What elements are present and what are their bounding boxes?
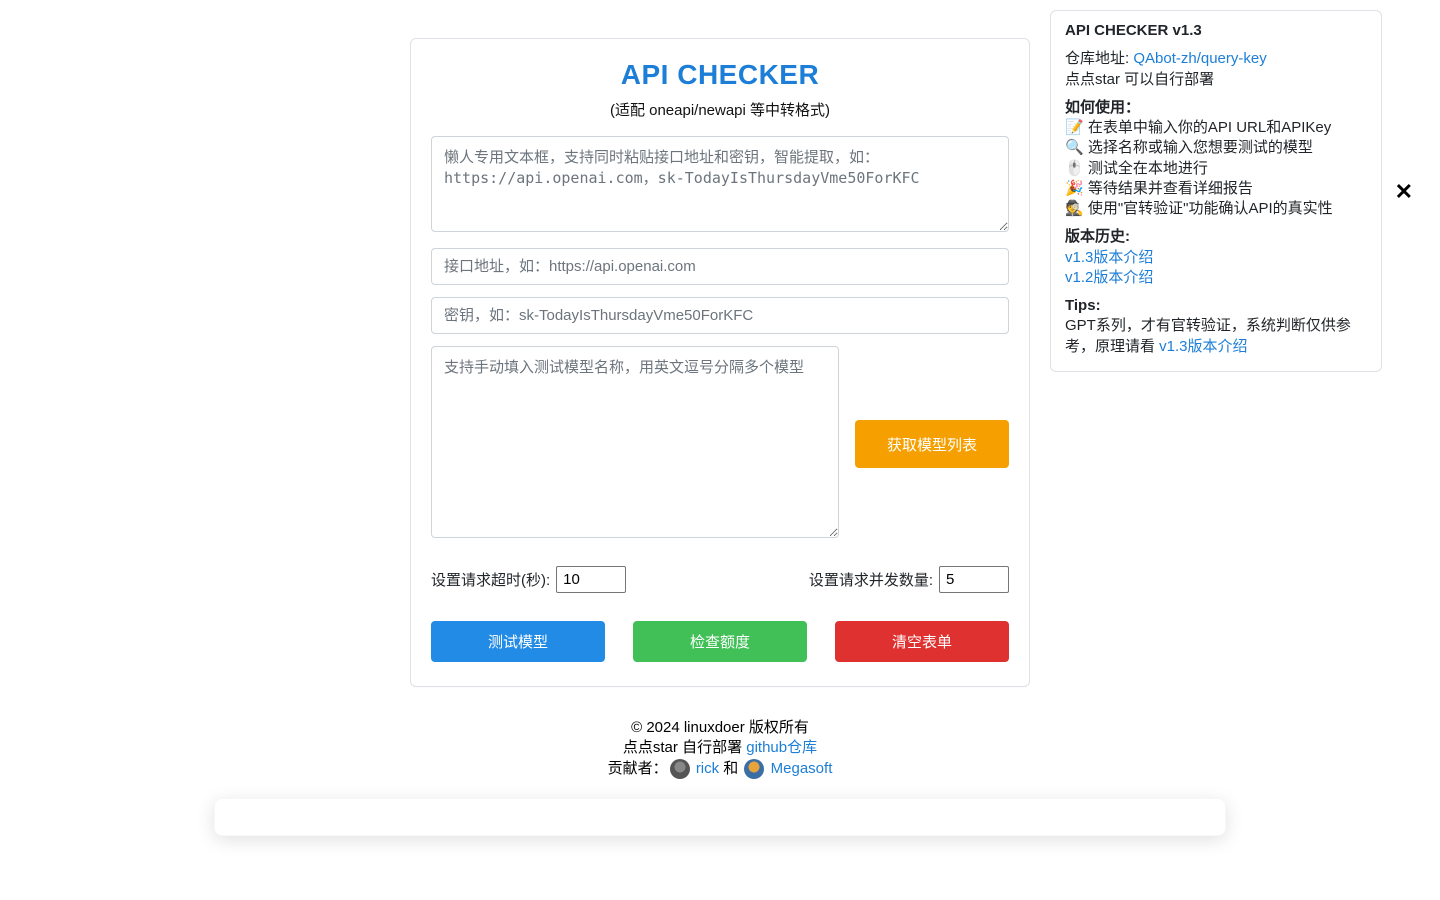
timeout-input[interactable] xyxy=(556,566,626,593)
contrib-conj: 和 xyxy=(719,760,742,777)
howto-item: 🎉 等待结果并查看详细报告 xyxy=(1065,180,1253,197)
howto-title: 如何使用： xyxy=(1065,99,1140,116)
timeout-label: 设置请求超时(秒): xyxy=(431,569,550,590)
copyright: © 2024 linuxdoer 版权所有 xyxy=(410,718,1030,738)
avatar-icon xyxy=(744,759,764,779)
lazy-input[interactable] xyxy=(431,136,1009,232)
star-note: 点点star 可以自行部署 xyxy=(1065,71,1214,88)
panel-repo-link[interactable]: QAbot-zh/query-key xyxy=(1133,50,1266,67)
app-title: API CHECKER xyxy=(431,59,1009,91)
repo-label: 仓库地址: xyxy=(1065,50,1133,67)
clear-form-button[interactable]: 清空表单 xyxy=(835,621,1009,662)
action-buttons: 测试模型 检查额度 清空表单 xyxy=(431,621,1009,662)
app-subtitle: (适配 oneapi/newapi 等中转格式) xyxy=(431,99,1009,120)
bottom-bar xyxy=(214,798,1226,836)
fetch-models-button[interactable]: 获取模型列表 xyxy=(855,420,1009,468)
main-card: API CHECKER (适配 oneapi/newapi 等中转格式) 获取模… xyxy=(410,38,1030,687)
check-quota-button[interactable]: 检查额度 xyxy=(633,621,807,662)
concurrency-input[interactable] xyxy=(939,566,1009,593)
api-url-input[interactable] xyxy=(431,248,1009,285)
footer: © 2024 linuxdoer 版权所有 点点star 自行部署 github… xyxy=(410,718,1030,779)
contrib-prefix: 贡献者： xyxy=(608,760,668,777)
history-link[interactable]: v1.2版本介绍 xyxy=(1065,269,1153,286)
contrib-link-rick[interactable]: rick xyxy=(696,760,719,777)
concurrency-label: 设置请求并发数量: xyxy=(809,569,933,590)
howto-item: 🔍 选择名称或输入您想要测试的模型 xyxy=(1065,139,1313,156)
github-repo-link[interactable]: github仓库 xyxy=(746,739,817,756)
tips-link[interactable]: v1.3版本介绍 xyxy=(1159,338,1247,355)
history-link[interactable]: v1.3版本介绍 xyxy=(1065,249,1153,266)
settings-row: 设置请求超时(秒): 设置请求并发数量: xyxy=(431,566,1009,593)
howto-item: 🖱️ 测试全在本地进行 xyxy=(1065,160,1208,177)
close-icon[interactable]: ✕ xyxy=(1395,181,1413,203)
panel-heading: API CHECKER v1.3 xyxy=(1065,22,1202,39)
history-title: 版本历史: xyxy=(1065,228,1130,245)
info-panel: API CHECKER v1.3 仓库地址: QAbot-zh/query-ke… xyxy=(1050,10,1382,372)
test-models-button[interactable]: 测试模型 xyxy=(431,621,605,662)
avatar-icon xyxy=(670,759,690,779)
star-prefix: 点点star 自行部署 xyxy=(623,739,746,756)
tips-title: Tips: xyxy=(1065,297,1101,314)
howto-item: 🕵️ 使用"官转验证"功能确认API的真实性 xyxy=(1065,200,1333,217)
models-input[interactable] xyxy=(431,346,839,538)
howto-item: 📝 在表单中输入你的API URL和APIKey xyxy=(1065,119,1331,136)
contrib-link-megasoft[interactable]: Megasoft xyxy=(771,760,833,777)
models-row: 获取模型列表 xyxy=(431,346,1009,542)
api-key-input[interactable] xyxy=(431,297,1009,334)
